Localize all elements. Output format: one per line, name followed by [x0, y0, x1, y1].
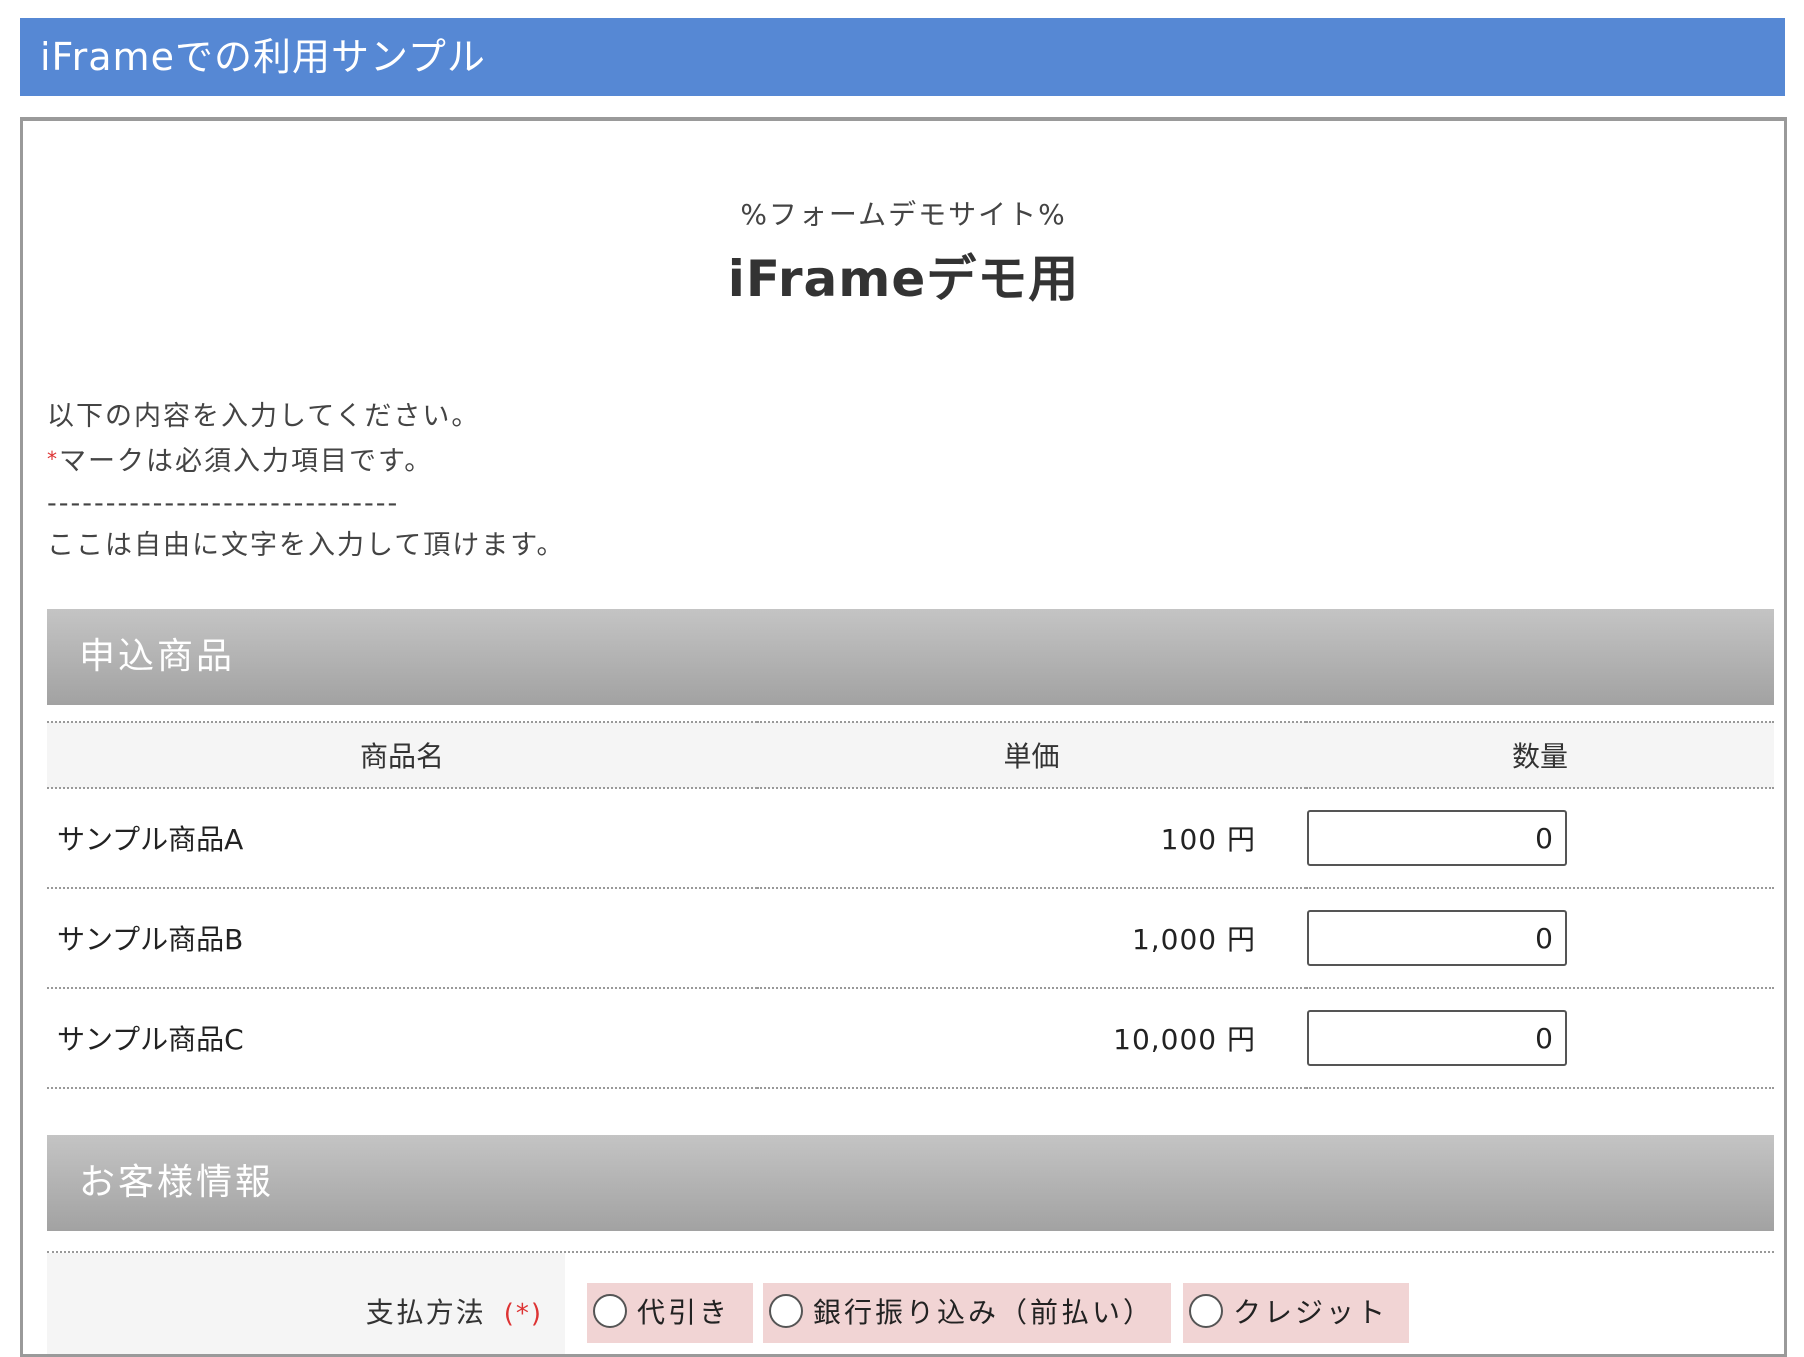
quantity-input-a[interactable]: [1307, 810, 1567, 866]
iframe-container: %フォームデモサイト% iFrameデモ用 以下の内容を入力してください。 *マ…: [20, 117, 1787, 1357]
payment-label: 支払方法 (*): [366, 1291, 543, 1331]
product-price: 100 円: [757, 788, 1306, 889]
window-title-bar: iFrameでの利用サンプル: [20, 18, 1785, 96]
product-name: サンプル商品A: [47, 788, 757, 889]
intro-divider: ------------------------------: [47, 488, 400, 519]
intro-line-1: 以下の内容を入力してください。: [47, 401, 481, 432]
radio-icon[interactable]: [1189, 1294, 1223, 1328]
product-name: サンプル商品C: [47, 988, 757, 1089]
header-quantity: 数量: [1306, 721, 1774, 789]
table-row: サンプル商品A 100 円: [47, 788, 1774, 889]
intro-line-3: ここは自由に文字を入力して頂けます。: [47, 530, 566, 561]
window-title: iFrameでの利用サンプル: [40, 35, 486, 79]
quantity-cell: [1306, 888, 1774, 989]
section-header-customer: お客様情報: [47, 1135, 1774, 1231]
payment-option-bank-transfer[interactable]: 銀行振り込み（前払い）: [763, 1283, 1171, 1343]
table-row: サンプル商品C 10,000 円: [47, 988, 1774, 1089]
intro-text: 以下の内容を入力してください。 *マークは必須入力項目です。 ---------…: [47, 396, 566, 567]
payment-option-cod[interactable]: 代引き: [587, 1283, 753, 1343]
payment-method-row: 支払方法 (*) 代引き 銀行振り込み（前払い） クレジット: [47, 1251, 1774, 1354]
quantity-input-b[interactable]: [1307, 910, 1567, 966]
product-name: サンプル商品B: [47, 888, 757, 989]
radio-icon[interactable]: [593, 1294, 627, 1328]
header-product-name: 商品名: [47, 721, 757, 789]
section-header-products: 申込商品: [47, 609, 1774, 705]
quantity-input-c[interactable]: [1307, 1010, 1567, 1066]
intro-line-2: *マークは必須入力項目です。: [47, 438, 566, 483]
header-unit-price: 単価: [757, 721, 1306, 789]
required-mark: *: [47, 447, 59, 471]
required-indicator: (*): [503, 1299, 543, 1329]
quantity-cell: [1306, 788, 1774, 889]
payment-label-cell: 支払方法 (*): [47, 1253, 565, 1354]
payment-option-label: 銀行振り込み（前払い）: [813, 1296, 1155, 1329]
quantity-cell: [1306, 988, 1774, 1089]
site-name: %フォームデモサイト%: [740, 198, 1067, 231]
payment-option-label: 代引き: [637, 1296, 731, 1329]
payment-label-text: 支払方法: [365, 1296, 486, 1329]
form-title: iFrameデモ用: [727, 250, 1080, 308]
product-price: 1,000 円: [757, 888, 1306, 989]
product-price: 10,000 円: [757, 988, 1306, 1089]
table-row: サンプル商品B 1,000 円: [47, 888, 1774, 989]
payment-option-label: クレジット: [1233, 1296, 1389, 1329]
radio-icon[interactable]: [769, 1294, 803, 1328]
products-table: 商品名 単価 数量 サンプル商品A 100 円 サンプル商品B 1,000 円: [47, 721, 1774, 1089]
payment-option-credit[interactable]: クレジット: [1183, 1283, 1409, 1343]
table-header-row: 商品名 単価 数量: [47, 721, 1774, 789]
intro-line-2-text: マークは必須入力項目です。: [59, 446, 434, 477]
